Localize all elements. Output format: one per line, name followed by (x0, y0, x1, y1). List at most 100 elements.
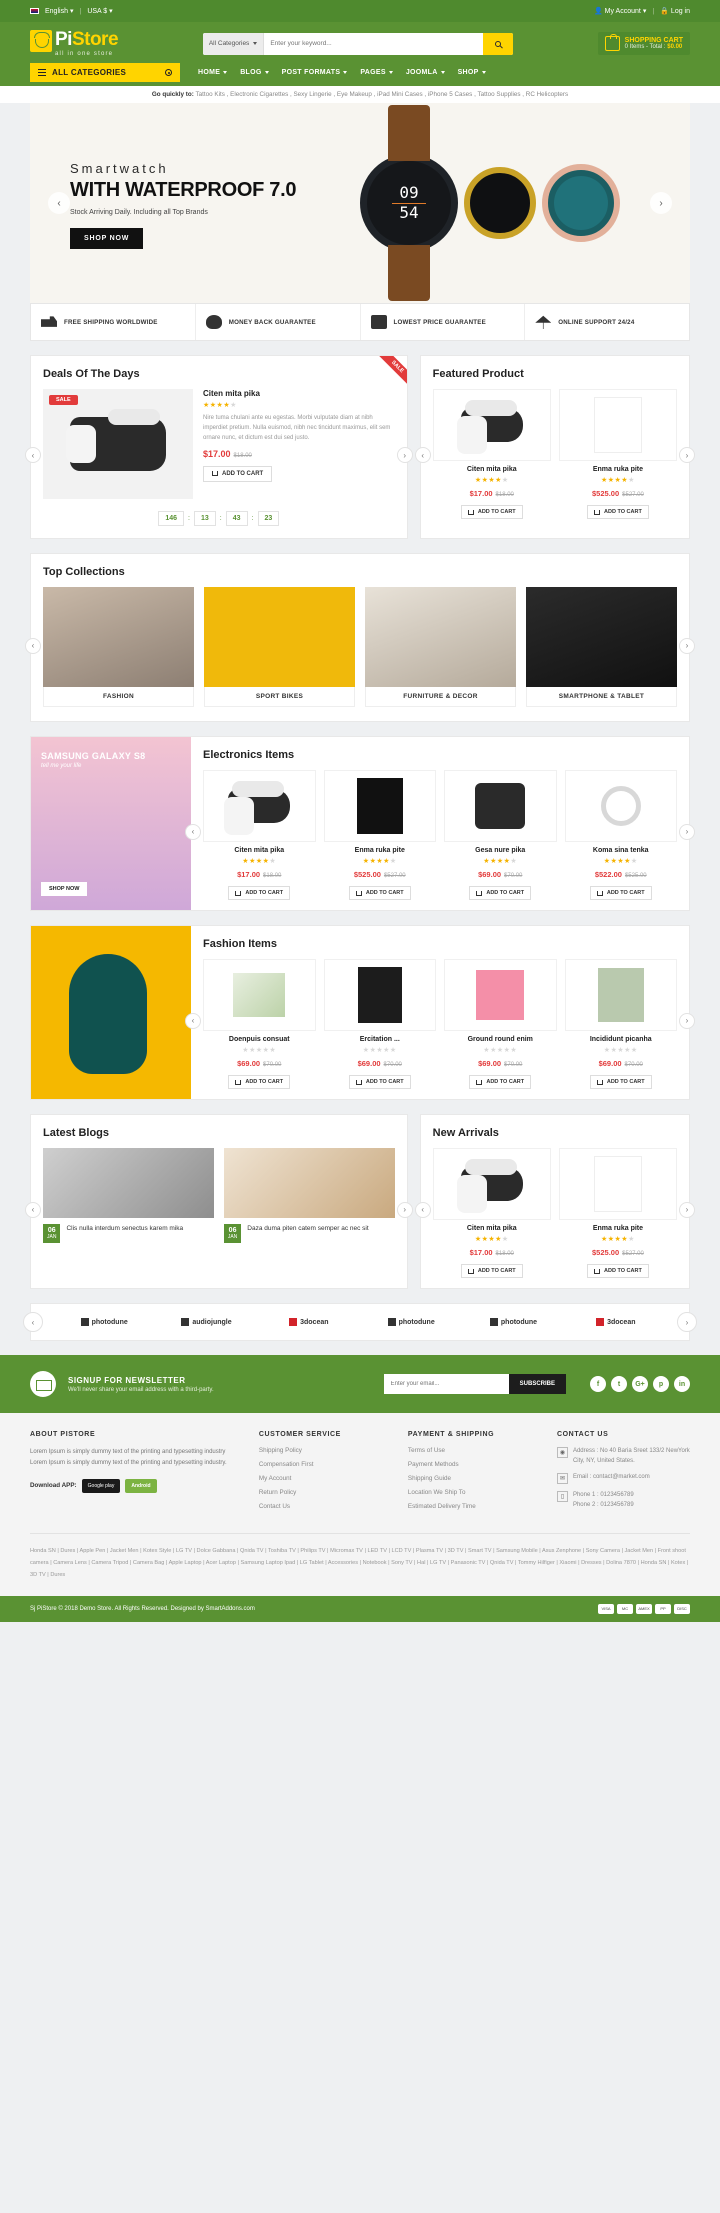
promo-shop-now-button[interactable]: SHOP NOW (41, 882, 88, 896)
add-to-cart-button[interactable]: ADD TO CART (587, 1264, 649, 1278)
search-category-select[interactable]: All Categories (202, 32, 265, 55)
shopping-cart-button[interactable]: SHOPPING CART 0 Items - Total : $0.00 (597, 32, 690, 55)
blog-title[interactable]: Clis nulla interdum senectus karem mika (66, 1224, 183, 1234)
search-bar[interactable]: All Categories (202, 32, 513, 55)
hero-next-button[interactable]: › (650, 192, 672, 214)
footer-link[interactable]: Shipping Guide (408, 1475, 541, 1482)
nav-item-pages[interactable]: PAGES (360, 69, 393, 76)
language-selector[interactable]: English ▾ (45, 7, 73, 16)
footer-link[interactable]: Contact Us (259, 1503, 392, 1510)
product-name[interactable]: Koma sina tenka (565, 847, 678, 854)
brands-prev-button[interactable]: ‹ (23, 1312, 43, 1332)
collection-item[interactable]: SMARTPHONE & TABLET (526, 587, 677, 707)
product-name[interactable]: Citen mita pika (433, 1225, 551, 1232)
product-name[interactable]: Citen mita pika (433, 466, 551, 473)
footer-tag-cloud[interactable]: Honda SN | Dures | Apple Pen | Jacket Me… (30, 1533, 690, 1595)
product-card[interactable]: Citen mita pika ★★★★★ $17.00 $18.00 ADD T… (203, 770, 316, 900)
arrivals-next-button[interactable]: › (679, 1201, 695, 1218)
electronics-next-button[interactable]: › (679, 823, 695, 840)
brand-logo[interactable]: 3docean (565, 1318, 667, 1326)
search-input[interactable] (264, 32, 483, 55)
add-to-cart-button[interactable]: ADD TO CART (460, 1264, 523, 1278)
newsletter-form[interactable]: SUBSCRIBE (383, 1374, 566, 1394)
newsletter-email-input[interactable] (383, 1374, 509, 1394)
add-to-cart-button[interactable]: ADD TO CART (348, 886, 411, 900)
product-card[interactable]: Ercitation ... ★★★★★ $69.00 $70.00 ADD TO… (323, 959, 437, 1089)
brand-logo[interactable]: photodune (360, 1318, 462, 1326)
electronics-promo-banner[interactable]: SAMSUNG GALAXY S8 tell me your life SHOP… (31, 737, 191, 910)
fashion-next-button[interactable]: › (679, 1012, 695, 1029)
all-categories-button[interactable]: ALL CATEGORIES (30, 63, 180, 82)
google-plus-icon[interactable]: G+ (632, 1376, 648, 1392)
nav-item-home[interactable]: HOME (198, 69, 228, 76)
footer-link[interactable]: Compensation First (259, 1461, 392, 1468)
brands-next-button[interactable]: › (677, 1312, 697, 1332)
add-to-cart-button[interactable]: ADD TO CART (228, 886, 291, 900)
add-to-cart-button[interactable]: ADD TO CART (460, 505, 523, 519)
linkedin-icon[interactable]: in (674, 1376, 690, 1392)
product-name[interactable]: Incididunt picanha (565, 1036, 678, 1043)
nav-item-blog[interactable]: BLOG (240, 69, 269, 76)
facebook-icon[interactable]: f (590, 1376, 606, 1392)
product-card[interactable]: Doenpuis consuat ★★★★★ $69.00 $70.00 ADD … (203, 959, 316, 1089)
footer-link[interactable]: My Account (259, 1475, 392, 1482)
nav-item-post-formats[interactable]: POST FORMATS (282, 69, 348, 76)
collection-item[interactable]: SPORT BIKES (204, 587, 355, 707)
product-card[interactable]: Ground round enim ★★★★★ $69.00 $70.00 ADD… (444, 959, 557, 1089)
product-name[interactable]: Enma ruka pite (559, 466, 677, 473)
product-name[interactable]: Citen mita pika (203, 847, 316, 854)
currency-selector[interactable]: USA $ ▾ (87, 7, 112, 16)
product-name[interactable]: Ercitation ... (324, 1036, 437, 1043)
google-play-badge[interactable]: Google play (81, 1478, 121, 1493)
footer-link[interactable]: Terms of Use (408, 1447, 541, 1454)
product-name[interactable]: Enma ruka pite (324, 847, 437, 854)
product-name[interactable]: Ground round enim (444, 1036, 557, 1043)
footer-link[interactable]: Estimated Delivery Time (408, 1503, 541, 1510)
collections-next-button[interactable]: › (679, 637, 695, 654)
product-card[interactable]: Enma ruka pite ★★★★★ $525.00 $527.00 ADD … (558, 389, 678, 519)
product-card[interactable]: Enma ruka pite ★★★★★ $525.00 $527.00 ADD … (323, 770, 437, 900)
contact-email[interactable]: Email : contact@market.com (573, 1473, 650, 1483)
product-name[interactable]: Doenpuis consuat (203, 1036, 316, 1043)
featured-next-button[interactable]: › (679, 447, 695, 463)
arrivals-prev-button[interactable]: ‹ (414, 1201, 431, 1218)
nav-item-shop[interactable]: SHOP (458, 69, 486, 76)
twitter-icon[interactable]: t (611, 1376, 627, 1392)
product-card[interactable]: Gesa nure pika ★★★★★ $69.00 $70.00 ADD TO… (444, 770, 557, 900)
android-badge[interactable]: Android (125, 1478, 157, 1493)
product-name[interactable]: Enma ruka pite (559, 1225, 677, 1232)
site-logo[interactable]: PiStore all in one store (30, 30, 119, 57)
featured-prev-button[interactable]: ‹ (414, 447, 431, 463)
add-to-cart-button[interactable]: ADD TO CART (348, 1075, 411, 1089)
blog-post[interactable]: 06 JAN Daza duma piten catem semper ac ne… (223, 1148, 395, 1244)
collection-item[interactable]: FASHION (43, 587, 194, 707)
footer-link[interactable]: Shipping Policy (259, 1447, 392, 1454)
login-link[interactable]: 🔒 Log in (660, 7, 690, 16)
brand-logo[interactable]: photodune (462, 1318, 564, 1326)
collection-item[interactable]: FURNITURE & DECOR (365, 587, 516, 707)
add-to-cart-button[interactable]: ADD TO CART (587, 505, 649, 519)
add-to-cart-button[interactable]: ADD TO CART (469, 886, 532, 900)
blog-post[interactable]: 06 JAN Clis nulla interdum senectus karem… (43, 1148, 214, 1244)
hero-shop-now-button[interactable]: SHOP NOW (70, 228, 144, 249)
product-card[interactable]: Enma ruka pite ★★★★★ $525.00 $527.00 ADD … (558, 1148, 678, 1278)
add-to-cart-button[interactable]: ADD TO CART (589, 1075, 652, 1089)
add-to-cart-button[interactable]: ADD TO CART (203, 465, 273, 482)
fashion-promo-banner[interactable] (31, 926, 191, 1099)
product-card[interactable]: Incididunt picanha ★★★★★ $69.00 $70.00 AD… (564, 959, 678, 1089)
product-card[interactable]: Koma sina tenka ★★★★★ $522.00 $525.00 ADD… (564, 770, 678, 900)
product-card[interactable]: Citen mita pika ★★★★★ $17.00 $18.00 ADD T… (432, 389, 551, 519)
collections-prev-button[interactable]: ‹ (25, 637, 41, 654)
product-card[interactable]: Citen mita pika ★★★★★ $17.00 $18.00 ADD T… (432, 1148, 551, 1278)
blog-title[interactable]: Daza duma piten catem semper ac nec sit (247, 1224, 368, 1234)
footer-link[interactable]: Return Policy (259, 1489, 392, 1496)
add-to-cart-button[interactable]: ADD TO CART (228, 1075, 291, 1089)
nav-item-joomla[interactable]: JOOMLA (406, 69, 445, 76)
brand-logo[interactable]: photodune (53, 1318, 155, 1326)
add-to-cart-button[interactable]: ADD TO CART (589, 886, 652, 900)
brand-logo[interactable]: audiojungle (155, 1318, 257, 1326)
newsletter-subscribe-button[interactable]: SUBSCRIBE (508, 1374, 566, 1394)
electronics-prev-button[interactable]: ‹ (185, 823, 201, 840)
footer-link[interactable]: Payment Methods (408, 1461, 541, 1468)
brand-logo[interactable]: 3docean (258, 1318, 360, 1326)
